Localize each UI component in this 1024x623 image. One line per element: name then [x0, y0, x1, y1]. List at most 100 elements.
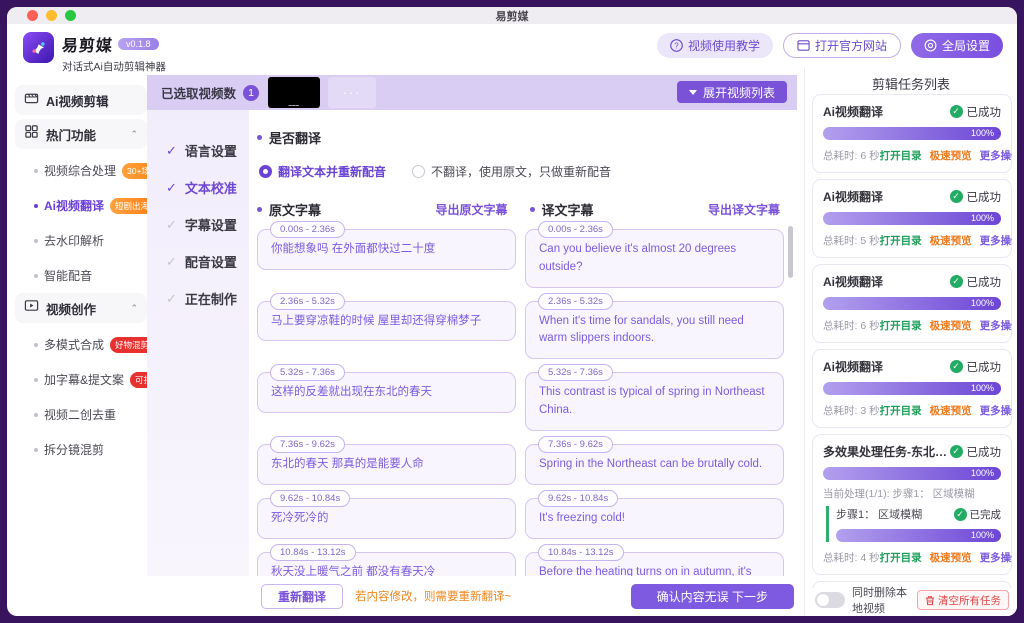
translated-subtitle-cell: 9.62s - 10.84sIt's freezing cold!: [525, 490, 784, 539]
svg-text:?: ?: [674, 41, 679, 50]
task-status-label: 已成功: [967, 189, 1002, 205]
step-文本校准[interactable]: ✓文本校准: [147, 169, 249, 206]
quick-preview-link[interactable]: 极速预览: [930, 403, 972, 418]
quick-preview-link[interactable]: 极速预览: [930, 318, 972, 333]
original-subtitle-cell: 5.32s - 7.36s这样的反差就出现在东北的春天: [257, 364, 516, 431]
chevron-up-icon: ⌃: [130, 129, 138, 140]
task-progress-bar: 100%: [823, 382, 1001, 395]
step-正在制作[interactable]: ✓正在制作: [147, 280, 249, 317]
sidebar-subitem-视频综合处理[interactable]: 视频综合处理30+场景: [13, 153, 149, 188]
more-actions-link[interactable]: 更多操作∨: [980, 403, 1012, 418]
export-translated-subtitles-link[interactable]: 导出译文字幕: [708, 201, 780, 218]
open-directory-link[interactable]: 打开目录: [880, 233, 922, 248]
zoom-window-button[interactable]: [65, 10, 76, 21]
substep-header: 步骤1： 区域模糊✓已完成: [836, 506, 1001, 522]
sidebar-subitem-拆分镜混剪[interactable]: 拆分镜混剪: [13, 432, 149, 467]
more-actions-link[interactable]: 更多操作∨: [980, 233, 1012, 248]
success-check-icon: ✓: [950, 445, 963, 458]
sidebar-subitem-智能配音[interactable]: 智能配音: [13, 258, 149, 293]
sidebar-item-热门功能[interactable]: 热门功能 ⌃: [15, 119, 147, 149]
task-progress-bar: 100%: [823, 212, 1001, 225]
official-website-button[interactable]: 打开官方网站: [783, 33, 901, 58]
open-directory-link[interactable]: 打开目录: [880, 403, 922, 418]
current-step-label: 当前处理(1/1): 步骤1： 区域模糊: [823, 486, 1001, 501]
subtitle-text: 马上要穿凉鞋的时候 屋里却还得穿棉梦子: [271, 313, 502, 331]
more-actions-link[interactable]: 更多操作∨: [980, 550, 1012, 565]
retranslate-button[interactable]: 重新翻译: [261, 584, 343, 609]
task-card-header: Ai视频翻译✓已成功: [823, 188, 1001, 205]
translated-subtitle-card[interactable]: This contrast is typical of spring in No…: [525, 372, 784, 431]
sidebar-item-Ai视频剪辑[interactable]: Ai视频剪辑: [15, 85, 147, 115]
more-actions-link[interactable]: 更多操作∨: [980, 148, 1012, 163]
clear-all-tasks-button[interactable]: 清空所有任务: [917, 590, 1009, 610]
confirm-next-step-button[interactable]: 确认内容无误 下一步: [631, 584, 794, 609]
open-directory-link[interactable]: 打开目录: [880, 148, 922, 163]
bullet-dot-icon: [34, 169, 38, 173]
task-progress-bar: 100%: [823, 467, 1001, 480]
sidebar-item-label: 热门功能: [46, 125, 123, 144]
step-配音设置[interactable]: ✓配音设置: [147, 243, 249, 280]
task-panel-footer: 同时删除本地视频 清空所有任务: [805, 588, 1017, 616]
quick-preview-link[interactable]: 极速预览: [930, 148, 972, 163]
substep-status-label: 已完成: [970, 507, 1002, 522]
sidebar-subitem-视频二创去重[interactable]: 视频二创去重: [13, 397, 149, 432]
sidebar-subitem-去水印解析[interactable]: 去水印解析: [13, 223, 149, 258]
task-card: Ai视频翻译✓已成功100%总耗时: 6 秒打开目录极速预览更多操作∨: [812, 94, 1012, 173]
radio-translate-and-redub[interactable]: 翻译文本并重新配音: [259, 163, 386, 180]
task-card: Ai视频翻译✓已成功100%总耗时: 6 秒打开目录极速预览更多操作∨: [812, 264, 1012, 343]
subtitle-text: When it's time for sandals, you still ne…: [539, 313, 770, 349]
sidebar-subitem-Ai视频翻译[interactable]: Ai视频翻译短剧出海: [13, 188, 149, 223]
global-settings-button[interactable]: 全局设置: [911, 33, 1003, 58]
chevron-down-icon: [689, 90, 697, 95]
sidebar-subitem-多模式合成[interactable]: 多模式合成好物混剪: [13, 327, 149, 362]
substep-status: ✓已完成: [954, 507, 1002, 522]
more-actions-link[interactable]: 更多操作∨: [980, 318, 1012, 333]
task-elapsed-time: 总耗时: 5 秒: [823, 233, 880, 248]
grid-icon: [24, 124, 39, 144]
quick-preview-link[interactable]: 极速预览: [930, 550, 972, 565]
step-字幕设置[interactable]: ✓字幕设置: [147, 206, 249, 243]
task-status: ✓已成功: [950, 359, 1002, 375]
step-语言设置[interactable]: ✓语言设置: [147, 132, 249, 169]
check-icon: ✓: [166, 180, 177, 196]
task-progress-value: 100%: [971, 127, 994, 140]
bullet-dot-icon: [34, 204, 38, 208]
open-directory-link[interactable]: 打开目录: [880, 318, 922, 333]
substep-progress-value: 100%: [971, 529, 994, 542]
browser-icon: [797, 39, 810, 52]
sidebar-subitem-label: 去水印解析: [44, 232, 104, 249]
original-subtitle-cell: 7.36s - 9.62s东北的春天 那真的是能要人命: [257, 436, 516, 485]
task-list-title: 剪辑任务列表: [805, 68, 1017, 93]
expand-video-list-button[interactable]: 展开视频列表: [677, 81, 787, 103]
bullet-dot-icon: [34, 239, 38, 243]
sidebar-item-视频创作[interactable]: 视频创作⌃: [15, 293, 147, 323]
translated-subtitles-header: 译文字幕: [542, 200, 701, 219]
minimize-window-button[interactable]: [46, 10, 57, 21]
task-name: 多效果处理任务-东北的春天...: [823, 443, 950, 460]
app-name: 易剪媒: [61, 32, 114, 56]
task-links: 总耗时: 4 秒打开目录极速预览更多操作∨: [823, 550, 1001, 565]
bullet-dot-icon: [34, 378, 38, 382]
sidebar: Ai视频剪辑热门功能 ⌃ 视频综合处理30+场景Ai视频翻译短剧出海去水印解析智能配…: [13, 80, 149, 610]
bullet-dot-icon: [34, 413, 38, 417]
quick-preview-link[interactable]: 极速预览: [930, 233, 972, 248]
more-videos-button[interactable]: ···: [328, 77, 376, 108]
close-window-button[interactable]: [27, 10, 38, 21]
delete-local-video-toggle[interactable]: [815, 592, 845, 608]
task-progress-value: 100%: [971, 382, 994, 395]
video-thumbnail[interactable]: ▁▁▁: [268, 77, 320, 108]
task-status: ✓已成功: [950, 274, 1002, 290]
app-logo-icon: [23, 32, 54, 63]
sidebar-subitem-加字幕&提文案[interactable]: 加字幕&提文案可批量: [13, 362, 149, 397]
subtitle-timestamp: 10.84s - 13.12s: [538, 544, 624, 561]
subtitle-text: 这样的反差就出现在东北的春天: [271, 384, 502, 402]
bullet-dot-icon: [34, 274, 38, 278]
open-directory-link[interactable]: 打开目录: [880, 550, 922, 565]
step-label: 字幕设置: [185, 215, 237, 234]
radio-no-translate-redub-only[interactable]: 不翻译，使用原文，只做重新配音: [412, 163, 611, 180]
export-original-subtitles-link[interactable]: 导出原文字幕: [435, 201, 507, 218]
subtitle-scrollbar[interactable]: [788, 226, 793, 278]
task-elapsed-time: 总耗时: 6 秒: [823, 148, 880, 163]
tutorial-button[interactable]: ? 视频使用教学: [657, 33, 773, 58]
clapper-icon: [24, 90, 39, 110]
